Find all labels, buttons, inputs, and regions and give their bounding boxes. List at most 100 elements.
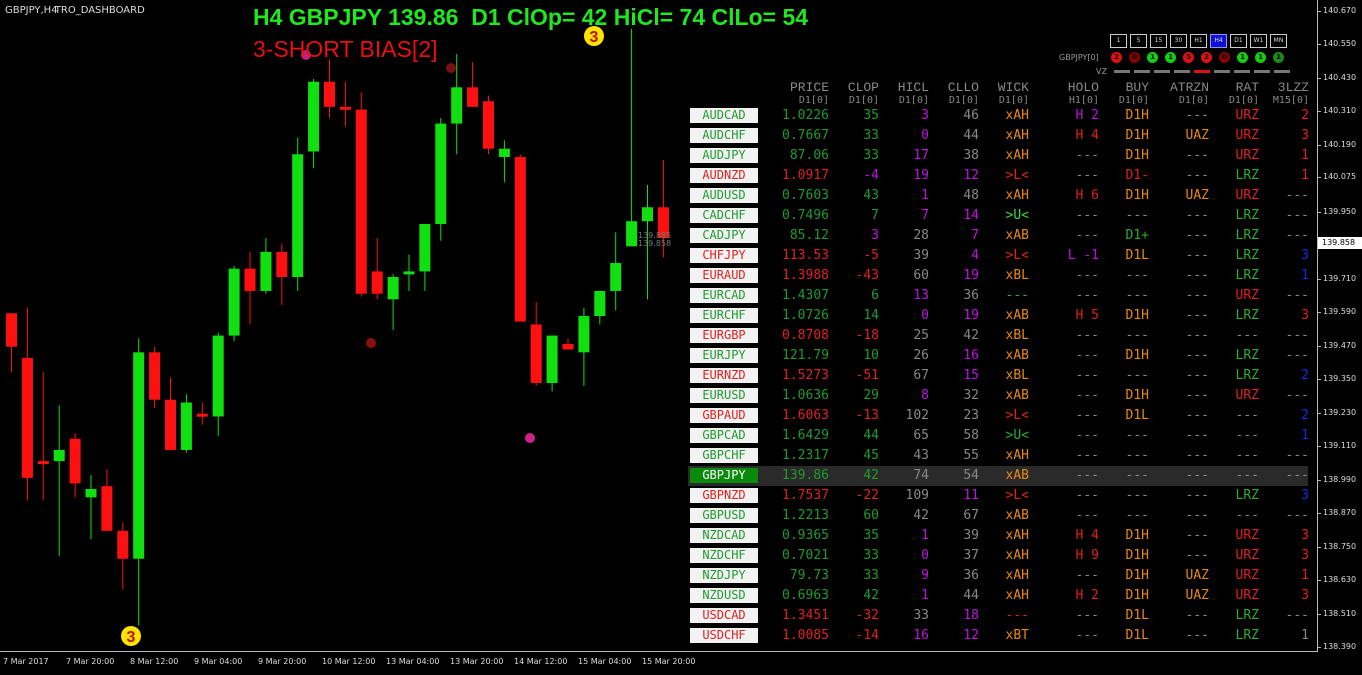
pair-button[interactable]: GBPUSD	[690, 508, 758, 523]
dashboard-row[interactable]: CHFJPY 113.53 -5 39 4 >L< L -1 D1L --- LRZ 3	[688, 246, 1309, 266]
dashboard-row[interactable]: EURJPY 121.79 10 26 16 xAB --- D1H --- LRZ ---	[688, 346, 1309, 366]
swing-marker: 3	[121, 626, 141, 646]
pair-button[interactable]: USDCHF	[690, 628, 758, 643]
dashboard-row[interactable]: CADJPY 85.12 3 28 7 xAB --- D1+ --- LRZ ---	[688, 226, 1309, 246]
time-tick: 9 Mar 20:00	[258, 657, 307, 666]
indicator-circle: 1	[1165, 52, 1176, 63]
vz-bar	[1134, 70, 1150, 73]
dashboard-row[interactable]: NZDJPY 79.73 33 9 36 xAH --- D1H UAZ URZ 1	[688, 566, 1309, 586]
pair-button[interactable]: NZDJPY	[690, 568, 758, 583]
pair-button[interactable]: EURJPY	[690, 348, 758, 363]
time-tick: 9 Mar 04:00	[194, 657, 243, 666]
candle-body	[260, 251, 272, 291]
dashboard-row[interactable]: AUDCHF 0.7667 33 0 44 xAH H 4 D1H UAZ URZ 3	[688, 126, 1309, 146]
dashboard-row[interactable]: USDCHF 1.0085 -14 16 12 xBT --- D1L --- LRZ 1	[688, 626, 1309, 646]
dashboard-row[interactable]: AUDCAD 1.0226 35 3 46 xAH H 2 D1H --- URZ 2	[688, 106, 1309, 126]
pair-button[interactable]: EURNZD	[690, 368, 758, 383]
pair-button[interactable]: NZDUSD	[690, 588, 758, 603]
pair-button[interactable]: EURCAD	[690, 288, 758, 303]
pair-button[interactable]: AUDNZD	[690, 168, 758, 183]
dashboard-cell-wick: xAB	[1005, 348, 1029, 363]
candle-body	[6, 313, 17, 347]
dashboard-row[interactable]: EURAUD 1.3988 -43 60 19 xBL --- --- --- LRZ 1	[688, 266, 1309, 286]
pair-button[interactable]: CADCHF	[690, 208, 758, 223]
dashboard-cell-lzz: ---	[1285, 448, 1309, 463]
dashboard-row[interactable]: EURCHF 1.0726 14 0 19 xAB H 5 D1H --- LRZ 3	[688, 306, 1309, 326]
dashboard-row[interactable]: NZDUSD 0.6963 42 1 44 xAH H 2 D1H UAZ URZ 3	[688, 586, 1309, 606]
pair-button[interactable]: AUDJPY	[690, 148, 758, 163]
timeframe-button-d1[interactable]: D1	[1230, 34, 1247, 48]
dashboard-cell-wick: xAB	[1005, 228, 1029, 243]
dashboard-row[interactable]: GBPCHF 1.2317 45 43 55 xAH --- --- --- --- ---	[688, 446, 1309, 466]
dashboard-row[interactable]: EURUSD 1.0636 29 8 32 xAB --- D1H --- URZ ---	[688, 386, 1309, 406]
dashboard-row[interactable]: NZDCHF 0.7021 33 0 37 xAH H 9 D1H --- URZ 3	[688, 546, 1309, 566]
candle-body	[180, 402, 192, 450]
candle-body	[339, 106, 351, 110]
pair-button[interactable]: GBPJPY	[690, 468, 758, 483]
dashboard-row[interactable]: GBPCAD 1.6429 44 65 58 >U< --- --- --- --- 1	[688, 426, 1309, 446]
pair-button[interactable]: GBPCHF	[690, 448, 758, 463]
timeframe-button-w1[interactable]: W1	[1250, 34, 1267, 48]
pair-button[interactable]: GBPCAD	[690, 428, 758, 443]
candle-body	[387, 277, 399, 300]
dashboard-row[interactable]: GBPJPY 139.86 42 74 54 xAB --- --- --- --- ---	[688, 466, 1309, 486]
pair-button[interactable]: USDCAD	[690, 608, 758, 623]
dashboard-cell-lzz: ---	[1285, 188, 1309, 203]
dashboard-column-subheader: M15[0]	[1272, 95, 1309, 106]
pair-button[interactable]: EURAUD	[690, 268, 758, 283]
dashboard-cell-wick: ---	[1005, 608, 1029, 623]
pair-button[interactable]: CADJPY	[690, 228, 758, 243]
candle-body	[85, 489, 97, 498]
indicator-circle: 1	[1255, 52, 1266, 63]
dashboard-cell-wick: xAH	[1005, 108, 1029, 123]
pair-button[interactable]: CHFJPY	[690, 248, 758, 263]
dashboard-row[interactable]: AUDNZD 1.0917 -4 19 12 >L< --- D1- --- LRZ 1	[688, 166, 1309, 186]
dashboard-cell-wick: xBT	[1005, 628, 1029, 643]
indicator-circle: 0	[1219, 52, 1230, 63]
timeframe-button-h1[interactable]: H1	[1190, 34, 1207, 48]
pair-button[interactable]: AUDCHF	[690, 128, 758, 143]
dashboard-row[interactable]: EURCAD 1.4307 6 13 36 --- --- --- --- URZ ---	[688, 286, 1309, 306]
pair-button[interactable]: GBPNZD	[690, 488, 758, 503]
dashboard-row[interactable]: CADCHF 0.7496 7 7 14 >U< --- --- --- LRZ ---	[688, 206, 1309, 226]
candle-body	[626, 221, 638, 247]
dashboard-cell-lzz: 2	[1301, 408, 1309, 423]
pair-button[interactable]: NZDCAD	[690, 528, 758, 543]
price-tick: 138.990	[1317, 474, 1357, 484]
dashboard-cell-lzz: ---	[1285, 348, 1309, 363]
pair-button[interactable]: EURUSD	[690, 388, 758, 403]
dashboard-cell-lzz: 1	[1301, 168, 1309, 183]
pair-button[interactable]: NZDCHF	[690, 548, 758, 563]
time-tick: 7 Mar 20:00	[66, 657, 115, 666]
pair-button[interactable]: AUDUSD	[690, 188, 758, 203]
pair-button[interactable]: AUDCAD	[690, 108, 758, 123]
timeframe-button-h4[interactable]: H4	[1210, 34, 1227, 48]
dashboard-row[interactable]: GBPAUD 1.6063 -13 102 23 >L< --- D1L --- --- 2	[688, 406, 1309, 426]
indicator-circles-row: GBPJPY[0] 2011520111	[1059, 52, 1291, 63]
pair-button[interactable]: GBPAUD	[690, 408, 758, 423]
pair-button[interactable]: EURCHF	[690, 308, 758, 323]
timeframe-button-5[interactable]: 5	[1130, 34, 1147, 48]
dashboard-row[interactable]: EURGBP 0.8708 -18 25 42 xBL --- --- --- --- ---	[688, 326, 1309, 346]
timeframe-button-15[interactable]: 15	[1150, 34, 1167, 48]
dashboard-row[interactable]: AUDUSD 0.7603 43 1 48 xAH H 6 D1H UAZ URZ ---	[688, 186, 1309, 206]
timeframe-button-30[interactable]: 30	[1170, 34, 1187, 48]
timeframe-button-1[interactable]: 1	[1110, 34, 1127, 48]
dashboard-cell-lzz: ---	[1285, 208, 1309, 223]
swing-marker-label: 3	[127, 629, 136, 646]
candle-body	[451, 87, 463, 124]
dashboard-cell-wick: xBL	[1005, 328, 1029, 343]
dashboard-row[interactable]: AUDJPY 87.06 33 17 38 xAH --- D1H --- URZ 1	[688, 146, 1309, 166]
dashboard-row[interactable]: NZDCAD 0.9365 35 1 39 xAH H 4 D1H --- URZ 3	[688, 526, 1309, 546]
price-tick: 140.430	[1317, 72, 1357, 82]
timeframe-button-mn[interactable]: MN	[1270, 34, 1287, 48]
dashboard-row[interactable]: EURNZD 1.5273 -51 67 15 xBL --- --- --- LRZ 2	[688, 366, 1309, 386]
dashboard-row[interactable]: USDCAD 1.3451 -32 33 18 --- --- D1L --- LRZ ---	[688, 606, 1309, 626]
candle-body	[196, 413, 208, 417]
dashboard-cell-wick: xAH	[1005, 528, 1029, 543]
indicator-circle: 5	[1183, 52, 1194, 63]
chart-area[interactable]: 3 3 139.885 139.858 GBPJPY,H4 TRO_DASHBOARD…	[0, 0, 1318, 652]
dashboard-row[interactable]: GBPNZD 1.7537 -22 109 11 >L< --- --- --- LRZ 3	[688, 486, 1309, 506]
dashboard-row[interactable]: GBPUSD 1.2213 60 42 67 xAB --- --- --- --- ---	[688, 506, 1309, 526]
pair-button[interactable]: EURGBP	[690, 328, 758, 343]
